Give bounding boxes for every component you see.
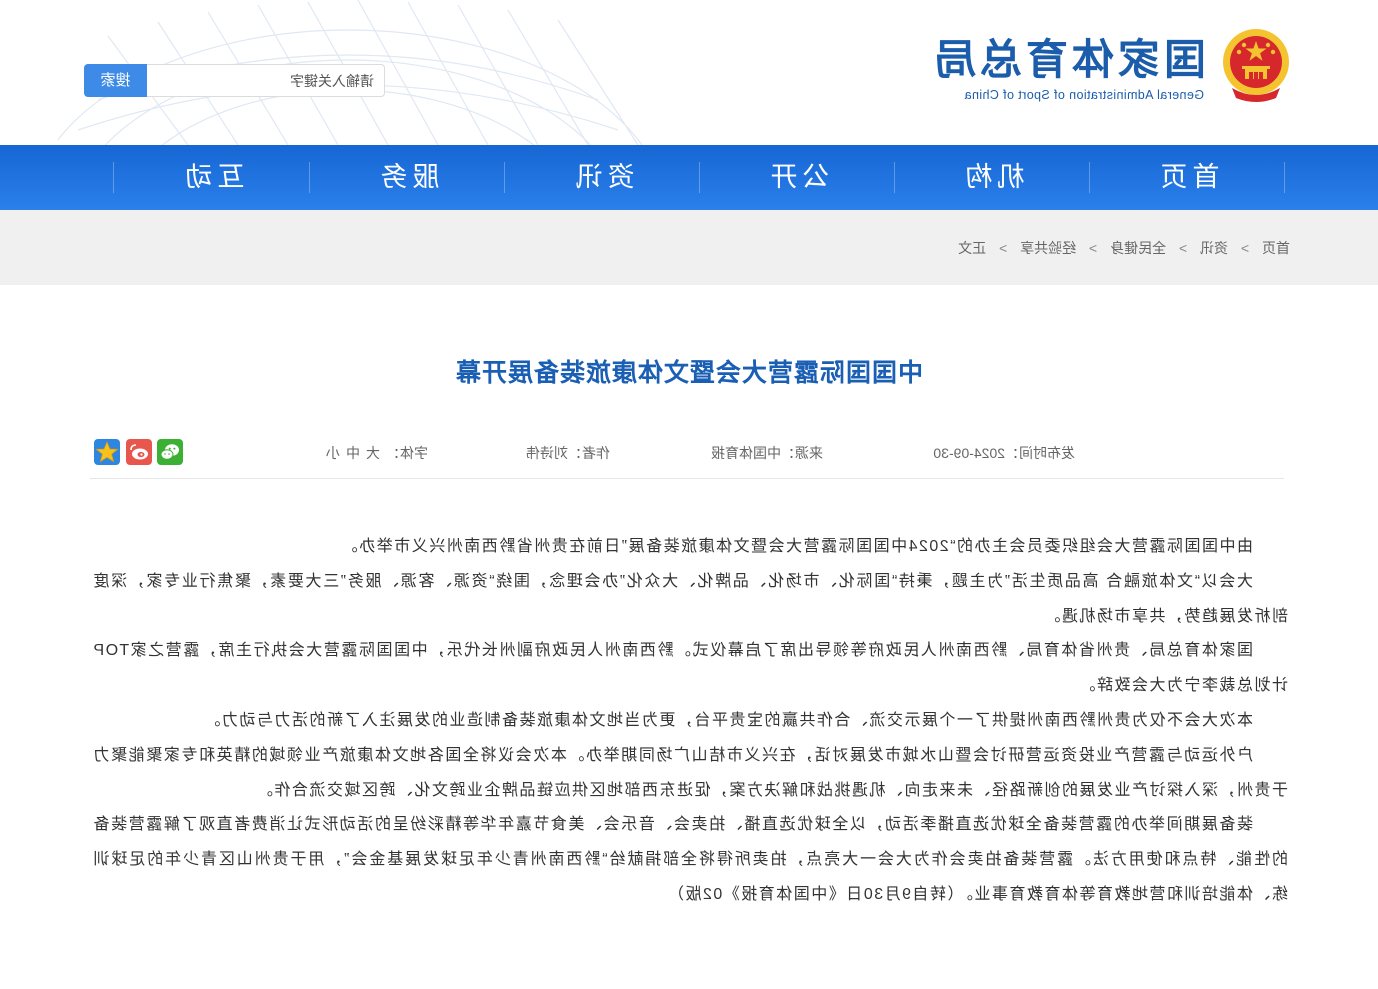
- publish-date-value: 2024-09-30: [933, 445, 1005, 461]
- wechat-icon: [160, 444, 179, 460]
- font-size-small[interactable]: 小: [326, 445, 340, 461]
- qzone-share-button[interactable]: [94, 439, 120, 465]
- breadcrumb-separator: >: [1088, 240, 1098, 256]
- breadcrumb-separator: >: [1178, 240, 1188, 256]
- site-name-english: General Administration of Sport of China: [964, 88, 1204, 102]
- author-value: 刘诗伟: [526, 445, 568, 461]
- breadcrumb-item-home[interactable]: 首页: [1262, 238, 1290, 258]
- breadcrumb-item-current: 正文: [958, 240, 987, 256]
- nav-item-home[interactable]: 首页: [1090, 145, 1285, 210]
- article-paragraph: 装备展期间举办的露营装备全球优选直播季活动，以全球优选直播、拍卖会、音乐会、美食…: [92, 816, 1288, 903]
- breadcrumb-separator: >: [999, 240, 1008, 256]
- breadcrumb-separator: >: [1240, 240, 1250, 256]
- breadcrumb: 首页 > 资讯 > 全民健身 > 经验共享 > 正文: [958, 238, 1290, 258]
- publish-date: 发布时间：2024-09-30: [933, 443, 1075, 463]
- article-paragraph: 本次大会不仅为贵州黔西南州提供了一个展示交流、合作共赢的宝贵平台，更为当地文体康…: [202, 711, 1253, 729]
- site-header: 国家体育总局 General Administration of Sport o…: [0, 0, 1378, 145]
- source-value: 中国体育报: [711, 445, 781, 461]
- font-size-large[interactable]: 大: [366, 445, 380, 461]
- author-label: 作者：: [568, 445, 610, 461]
- breadcrumb-item-fitness[interactable]: 全民健身: [1110, 238, 1166, 258]
- national-emblem-icon: [1223, 29, 1289, 102]
- article-paragraph: 户外运动与露营产业投资运营研讨会暨山水城市发展对话，在兴义市桔山广场同期举办。本…: [92, 746, 1288, 799]
- breadcrumb-item-experience[interactable]: 经验共享: [1020, 238, 1076, 258]
- weibo-icon: [130, 444, 148, 460]
- search-button[interactable]: 搜索: [84, 64, 147, 97]
- qzone-icon: [95, 440, 119, 463]
- site-name-logo[interactable]: 国家体育总局: [930, 34, 1206, 86]
- article-body: 由中国国际露营大会组织委员会主办的“2024中国国际露营大会暨文体康旅装备展”日…: [92, 530, 1288, 913]
- article-title: 中国国际露营大会暨文体康旅装备展开幕: [455, 359, 924, 387]
- wechat-share-button[interactable]: [157, 439, 183, 465]
- search-input[interactable]: [147, 64, 385, 97]
- font-size-medium[interactable]: 中: [346, 445, 360, 461]
- nav-divider: [113, 162, 114, 193]
- nav-item-news[interactable]: 资讯: [505, 145, 700, 210]
- page-root: 国家体育总局 General Administration of Sport o…: [0, 0, 1378, 989]
- nav-item-organization[interactable]: 机构: [895, 145, 1090, 210]
- breadcrumb-band: 首页 > 资讯 > 全民健身 > 经验共享 > 正文: [0, 210, 1378, 285]
- font-size-control: 字体： 大中小: [326, 443, 428, 463]
- nav-item-public[interactable]: 公开: [700, 145, 895, 210]
- article-paragraph: 大会以“文体旅融合 高品质生活”为主题，秉持“国际化、市场化、品牌化、大众化”办…: [92, 572, 1288, 625]
- nav-item-service[interactable]: 服务: [310, 145, 505, 210]
- nav-item-interaction[interactable]: 互动: [115, 145, 310, 210]
- source-label: 来源：: [781, 445, 823, 461]
- article-paragraph: 由中国国际露营大会组织委员会主办的“2024中国国际露营大会暨文体康旅装备展”日…: [340, 538, 1253, 555]
- meta-divider: [90, 478, 1284, 479]
- font-size-label: 字体：: [386, 445, 428, 461]
- main-nav: 首页 机构 公开 资讯 服务 互动: [0, 145, 1378, 210]
- article-paragraph: 国家体育总局、贵州省体育局、黔西南州人民政府等领导出席了启幕仪式。黔西南州人民政…: [92, 642, 1288, 695]
- breadcrumb-item-news[interactable]: 资讯: [1200, 238, 1228, 258]
- publish-date-label: 发布时间：: [1005, 445, 1075, 461]
- weibo-share-button[interactable]: [126, 439, 152, 465]
- article-source: 来源：中国体育报: [711, 443, 823, 463]
- article-author: 作者：刘诗伟: [526, 443, 610, 463]
